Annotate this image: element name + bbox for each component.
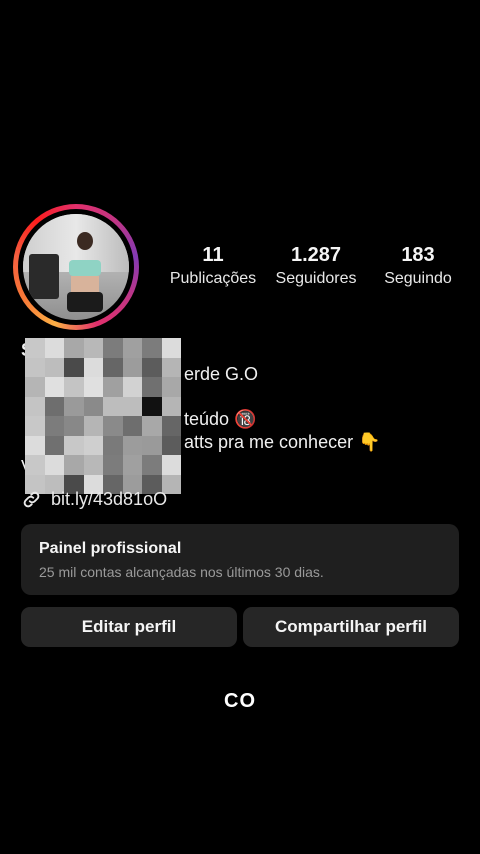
pixel-tile — [122, 377, 142, 397]
bio-line-1: erde G.O — [184, 364, 259, 384]
stat-following-value: 183 — [401, 244, 435, 266]
pixel-tile — [161, 435, 181, 455]
pixel-tile — [142, 338, 162, 358]
pixel-tile — [44, 435, 64, 455]
avatar-midriff — [71, 276, 99, 292]
pixel-tile — [64, 338, 84, 358]
profile-stats: 11 Publicações 1.287 Seguidores 183 Segu… — [160, 244, 470, 288]
stat-posts[interactable]: 11 Publicações — [160, 244, 266, 288]
pixel-tile — [64, 416, 84, 436]
video-caption: CO — [224, 690, 256, 712]
pixel-tile — [122, 357, 142, 377]
stat-followers-label: Seguidores — [275, 270, 357, 287]
pixel-tile — [103, 357, 123, 377]
pixel-tile — [142, 396, 162, 416]
pixel-tile — [44, 357, 64, 377]
pixel-tile — [161, 338, 181, 358]
professional-dashboard-title: Painel profissional — [39, 540, 182, 557]
pixel-tile — [83, 396, 103, 416]
avatar-person — [67, 232, 103, 320]
pixel-tile — [103, 396, 123, 416]
pixel-tile — [83, 377, 103, 397]
avatar-inner — [18, 209, 134, 325]
pixel-tile — [122, 416, 142, 436]
pixel-tile — [44, 416, 64, 436]
pixel-tile — [25, 455, 45, 475]
bio-line-2: teúdo 🔞 — [184, 409, 257, 429]
pixel-tile — [161, 416, 181, 436]
pixel-tile — [25, 357, 45, 377]
pixel-tile — [25, 435, 45, 455]
stat-following[interactable]: 183 Seguindo — [366, 244, 470, 288]
pixel-tile — [83, 357, 103, 377]
avatar-gym-equipment — [29, 254, 59, 299]
stat-posts-label: Publicações — [169, 270, 257, 287]
stat-followers[interactable]: 1.287 Seguidores — [266, 244, 366, 288]
profile-link[interactable]: bit.ly/43d81oO — [21, 489, 167, 510]
professional-dashboard[interactable]: Painel profissional 25 mil contas alcanç… — [21, 524, 459, 595]
pixel-tile — [103, 377, 123, 397]
pixel-tile — [25, 338, 45, 358]
pixel-tile — [83, 435, 103, 455]
profile-avatar-ring[interactable] — [13, 204, 139, 330]
pixel-tile — [122, 396, 142, 416]
pixel-tile — [64, 435, 84, 455]
pixel-tile — [142, 455, 162, 475]
pixel-tile — [44, 455, 64, 475]
pixel-tile — [83, 338, 103, 358]
pixel-tile — [103, 416, 123, 436]
pixel-tile — [161, 377, 181, 397]
pixel-tile — [25, 416, 45, 436]
pixel-tile — [122, 455, 142, 475]
edit-profile-button[interactable]: Editar perfil — [21, 607, 237, 647]
stat-followers-value: 1.287 — [290, 244, 342, 266]
pixel-tile — [25, 396, 45, 416]
pixel-tile — [64, 357, 84, 377]
pixel-tile — [103, 338, 123, 358]
avatar-head — [77, 232, 93, 250]
pixel-tile — [122, 338, 142, 358]
censored-pixel-block — [25, 338, 181, 494]
pixel-tile — [64, 377, 84, 397]
stat-posts-value: 11 — [202, 244, 224, 266]
bio-line-3: atts pra me conhecer 👇 — [184, 432, 381, 452]
profile-link-text[interactable]: bit.ly/43d81oO — [51, 489, 167, 510]
pixel-tile — [142, 377, 162, 397]
link-icon — [23, 491, 40, 508]
professional-dashboard-subtitle: 25 mil contas alcançadas nos últimos 30 … — [39, 564, 324, 580]
pixel-tile — [44, 377, 64, 397]
pixel-tile — [64, 455, 84, 475]
pixel-tile — [122, 435, 142, 455]
avatar-top — [69, 260, 101, 276]
pixel-tile — [161, 357, 181, 377]
pixel-tile — [103, 435, 123, 455]
stat-following-label: Seguindo — [384, 270, 452, 287]
pixel-tile — [142, 435, 162, 455]
pixel-tile — [142, 416, 162, 436]
pixel-tile — [25, 377, 45, 397]
pixel-tile — [44, 338, 64, 358]
pixel-tile — [103, 455, 123, 475]
pixel-tile — [83, 416, 103, 436]
pixel-tile — [44, 396, 64, 416]
pixel-tile — [83, 455, 103, 475]
avatar-shorts — [67, 292, 103, 312]
pixel-tile — [142, 357, 162, 377]
pixel-tile — [161, 396, 181, 416]
pixel-tile — [64, 396, 84, 416]
pixel-tile — [161, 455, 181, 475]
avatar — [23, 214, 129, 320]
share-profile-button[interactable]: Compartilhar perfil — [243, 607, 459, 647]
